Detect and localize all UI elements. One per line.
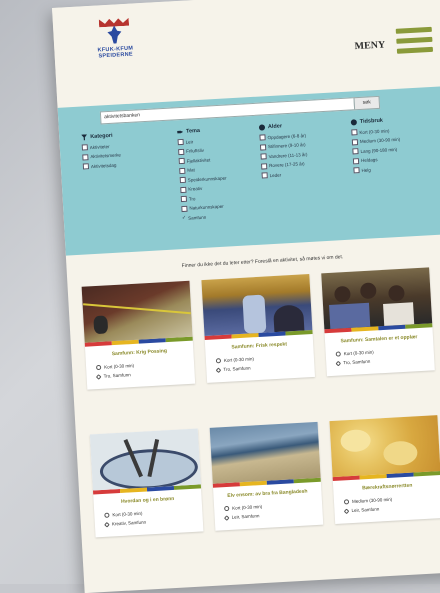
checkbox[interactable] (177, 138, 184, 146)
clock-icon (104, 512, 110, 518)
checkmark-icon: ✓ (181, 214, 187, 222)
filter-group-tidsbruk: Tidsbruk Kort (0-30 min) Medium (30-90 m… (350, 117, 402, 177)
page: KFUK-KFUM SPEIDERNE MENY aktivitetsbanke… (52, 0, 440, 593)
filter-option[interactable]: Stifinnere (9-10 år) (259, 141, 307, 151)
filter-option[interactable]: Speiderkunnskaper (179, 175, 227, 184)
filter-option[interactable]: Vandrere (11-13 år) (260, 151, 308, 160)
card-tags: Tro, Samfunn (87, 369, 196, 390)
checkbox[interactable] (261, 172, 268, 179)
checkbox[interactable] (179, 176, 186, 184)
activity-card[interactable]: Elv ensom: av bra fra Bangladesh Kort (0… (209, 421, 324, 531)
filter-option[interactable]: Medium (30-90 min) (351, 136, 401, 145)
activity-card[interactable]: Samfunn: Krig Possing Kort (0-30 min) Tr… (81, 280, 196, 390)
activity-image (89, 428, 201, 491)
activity-card[interactable]: Hvordan og i en brønn Kort (0-30 min) Kr… (89, 428, 204, 538)
card-tags: Tro, Samfunn (326, 355, 435, 376)
checkbox[interactable] (260, 153, 267, 160)
checkbox[interactable] (259, 143, 267, 151)
tag-icon (104, 521, 110, 528)
checkbox[interactable] (180, 186, 187, 193)
funnel-icon (81, 134, 87, 140)
tag-icon (223, 514, 230, 521)
checkbox[interactable] (181, 205, 188, 212)
activity-image (81, 280, 193, 343)
filter-option[interactable]: Fjellaktivitet (178, 156, 226, 165)
clock-icon (350, 119, 358, 126)
tag-icon (215, 366, 222, 373)
filter-title: Tidsbruk (359, 117, 384, 125)
filter-group-alder: Alder Oppdagere (6-8 år) Stifinnere (9-1… (258, 122, 309, 182)
filter-option[interactable]: Tro (180, 193, 228, 203)
filter-option[interactable]: Lang (90-180 min) (352, 146, 401, 155)
filter-option[interactable]: Heldags (352, 155, 402, 164)
search-button[interactable]: søk (353, 95, 381, 111)
filter-option[interactable]: Aktiviteter (81, 142, 121, 151)
clock-icon (215, 358, 222, 364)
checkbox[interactable] (260, 162, 268, 170)
checkbox[interactable] (180, 195, 188, 203)
activity-card[interactable]: Samfunn: Samtalen er et opplær Kort (0-3… (321, 267, 435, 377)
clock-icon (335, 351, 341, 357)
checkbox[interactable] (82, 153, 89, 161)
person-icon (258, 124, 266, 131)
filter-panel: aktivitetsbanken søk Kategori Aktivitete… (57, 85, 440, 256)
filter-option[interactable]: Kreativ (180, 184, 227, 193)
activity-image (329, 415, 440, 478)
filter-option[interactable]: Aktivitetsmerke (82, 152, 121, 161)
filter-group-kategori: Kategori Aktiviteter Aktivitetsmerke Akt… (81, 132, 122, 173)
scout-emblem-icon (99, 18, 130, 46)
filter-option[interactable]: Naturkunnskaper (181, 203, 228, 212)
checkbox[interactable] (259, 134, 266, 141)
checkbox[interactable] (351, 129, 358, 136)
filter-option[interactable]: Leir (177, 137, 225, 146)
activity-card[interactable]: Samfunn: Frisk respekt Kort (0-30 min) T… (201, 274, 316, 383)
checkbox[interactable] (178, 157, 185, 165)
filter-option[interactable]: Helg (353, 165, 402, 174)
tag-icon (343, 508, 350, 514)
checkbox[interactable] (353, 167, 360, 174)
checkbox[interactable] (351, 138, 359, 145)
filter-option[interactable]: Aktivitetsdag (82, 161, 122, 170)
activity-image (321, 267, 433, 330)
filter-title: Tema (185, 127, 201, 135)
activity-image (209, 421, 321, 484)
filter-group-tema: Tema Leir Friluftsliv Fjellaktivitet Mat… (177, 127, 229, 225)
checkbox[interactable] (82, 163, 90, 170)
card-tags: Leir, Samfunn (215, 510, 324, 531)
checkbox[interactable] (179, 167, 186, 174)
filter-option[interactable]: Friluftsliv (178, 146, 225, 155)
clock-icon (224, 505, 230, 512)
checkbox[interactable] (178, 148, 185, 155)
activity-card[interactable]: Bærekraftsnørrertten Medium (30-90 min) … (329, 415, 440, 524)
clock-icon (343, 499, 350, 505)
filter-option[interactable]: Rovere (17-25 år) (260, 160, 308, 170)
tag-icon (335, 360, 342, 366)
filter-option[interactable]: Mat (179, 165, 226, 174)
card-tags: Kreativ, Samfunn (95, 516, 204, 537)
filter-title: Alder (267, 123, 283, 131)
checkbox[interactable] (81, 144, 88, 151)
checkbox[interactable] (352, 157, 360, 164)
card-tags: Tro, Samfunn (206, 362, 315, 383)
logo[interactable]: KFUK-KFUM SPEIDERNE (83, 17, 147, 60)
card-tags: Leir, Samfunn (334, 503, 440, 524)
tag-icon (177, 129, 183, 135)
checkbox[interactable] (352, 148, 359, 155)
tag-icon (95, 373, 102, 380)
activity-image (201, 274, 313, 336)
filter-option-checked[interactable]: ✓ Samfunn (182, 212, 229, 221)
filter-title: Kategori (90, 132, 113, 141)
filter-option[interactable]: Oppdagere (6-8 år) (259, 132, 306, 141)
menu-label[interactable]: MENY (354, 39, 385, 52)
hamburger-menu-icon[interactable] (395, 26, 434, 59)
filter-option[interactable]: Leder (261, 170, 309, 179)
clock-icon (96, 364, 102, 371)
filter-option[interactable]: Kort (0-30 min) (351, 127, 400, 136)
